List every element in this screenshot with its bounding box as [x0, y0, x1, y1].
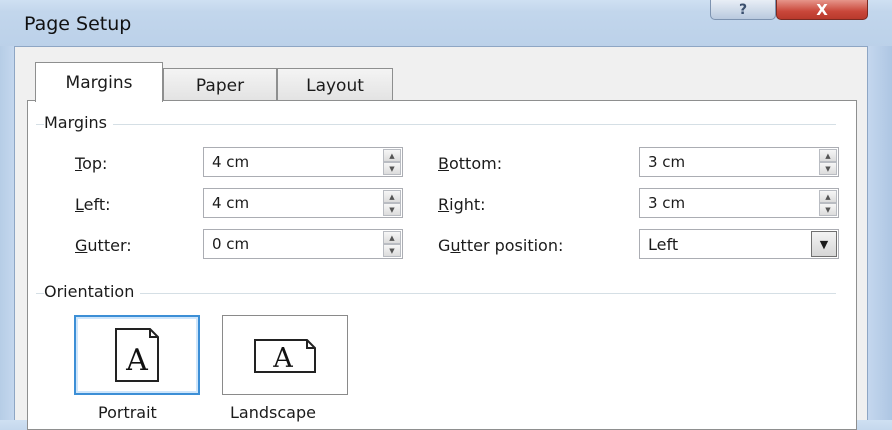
- landscape-label: Landscape: [230, 403, 316, 422]
- spin-down-icon[interactable]: ▼: [383, 244, 401, 257]
- portrait-label: Portrait: [98, 403, 157, 422]
- group-divider: [36, 124, 836, 125]
- margins-group-label: Margins: [44, 113, 113, 132]
- right-label: Right:: [438, 195, 486, 214]
- bottom-label: Bottom:: [438, 154, 503, 173]
- gutter-value: 0 cm: [212, 235, 250, 253]
- tab-label: Layout: [306, 75, 364, 96]
- window-frame-right: [868, 46, 892, 420]
- tab-paper[interactable]: Paper: [163, 68, 277, 102]
- tab-layout[interactable]: Layout: [277, 68, 393, 102]
- spin-up-icon[interactable]: ▲: [383, 231, 401, 244]
- tab-margins[interactable]: Margins: [35, 62, 163, 102]
- landscape-button[interactable]: A: [222, 315, 348, 395]
- chevron-down-icon[interactable]: ▼: [811, 231, 837, 257]
- close-icon: X: [816, 0, 828, 19]
- gutter-position-label: Gutter position:: [438, 236, 564, 255]
- spin-down-icon[interactable]: ▼: [383, 162, 401, 175]
- landscape-page-icon: A: [254, 339, 316, 374]
- window-title: Page Setup: [24, 13, 132, 35]
- spin-up-icon[interactable]: ▲: [383, 190, 401, 203]
- close-button[interactable]: X: [776, 0, 868, 20]
- right-margin-spinner[interactable]: 3 cm ▲ ▼: [639, 188, 839, 218]
- window-frame-left: [0, 46, 14, 420]
- portrait-button[interactable]: A: [74, 315, 200, 395]
- orientation-group-label: Orientation: [44, 282, 141, 301]
- svg-text:A: A: [125, 343, 148, 378]
- margins-tab-panel: Margins Top: 4 cm ▲ ▼ Left: 4 cm ▲ ▼ Gut…: [27, 100, 857, 430]
- gutter-position-select[interactable]: Left ▼: [639, 229, 839, 259]
- gutter-spinner[interactable]: 0 cm ▲ ▼: [203, 229, 403, 259]
- tab-label: Margins: [65, 72, 133, 93]
- gutter-label: Gutter:: [75, 236, 132, 255]
- left-label: Left:: [75, 195, 111, 214]
- help-button[interactable]: ?: [710, 0, 776, 20]
- gutter-position-value: Left: [648, 235, 679, 254]
- right-margin-value: 3 cm: [648, 194, 686, 212]
- spin-up-icon[interactable]: ▲: [819, 149, 837, 162]
- bottom-margin-spinner[interactable]: 3 cm ▲ ▼: [639, 147, 839, 177]
- help-icon: ?: [738, 1, 748, 18]
- spin-down-icon[interactable]: ▼: [819, 203, 837, 216]
- spin-up-icon[interactable]: ▲: [383, 149, 401, 162]
- spin-up-icon[interactable]: ▲: [819, 190, 837, 203]
- left-margin-spinner[interactable]: 4 cm ▲ ▼: [203, 188, 403, 218]
- svg-text:A: A: [272, 343, 293, 374]
- bottom-margin-value: 3 cm: [648, 153, 686, 171]
- tab-label: Paper: [195, 75, 245, 96]
- title-bar[interactable]: Page Setup ? X: [0, 0, 892, 46]
- spin-down-icon[interactable]: ▼: [819, 162, 837, 175]
- dialog-client-area: Margins Paper Layout Margins Top: 4 cm ▲…: [14, 46, 868, 430]
- left-margin-value: 4 cm: [212, 194, 250, 212]
- top-label: Top:: [75, 154, 108, 173]
- group-divider: [36, 293, 836, 294]
- top-margin-spinner[interactable]: 4 cm ▲ ▼: [203, 147, 403, 177]
- top-margin-value: 4 cm: [212, 153, 250, 171]
- portrait-page-icon: A: [115, 328, 159, 382]
- spin-down-icon[interactable]: ▼: [383, 203, 401, 216]
